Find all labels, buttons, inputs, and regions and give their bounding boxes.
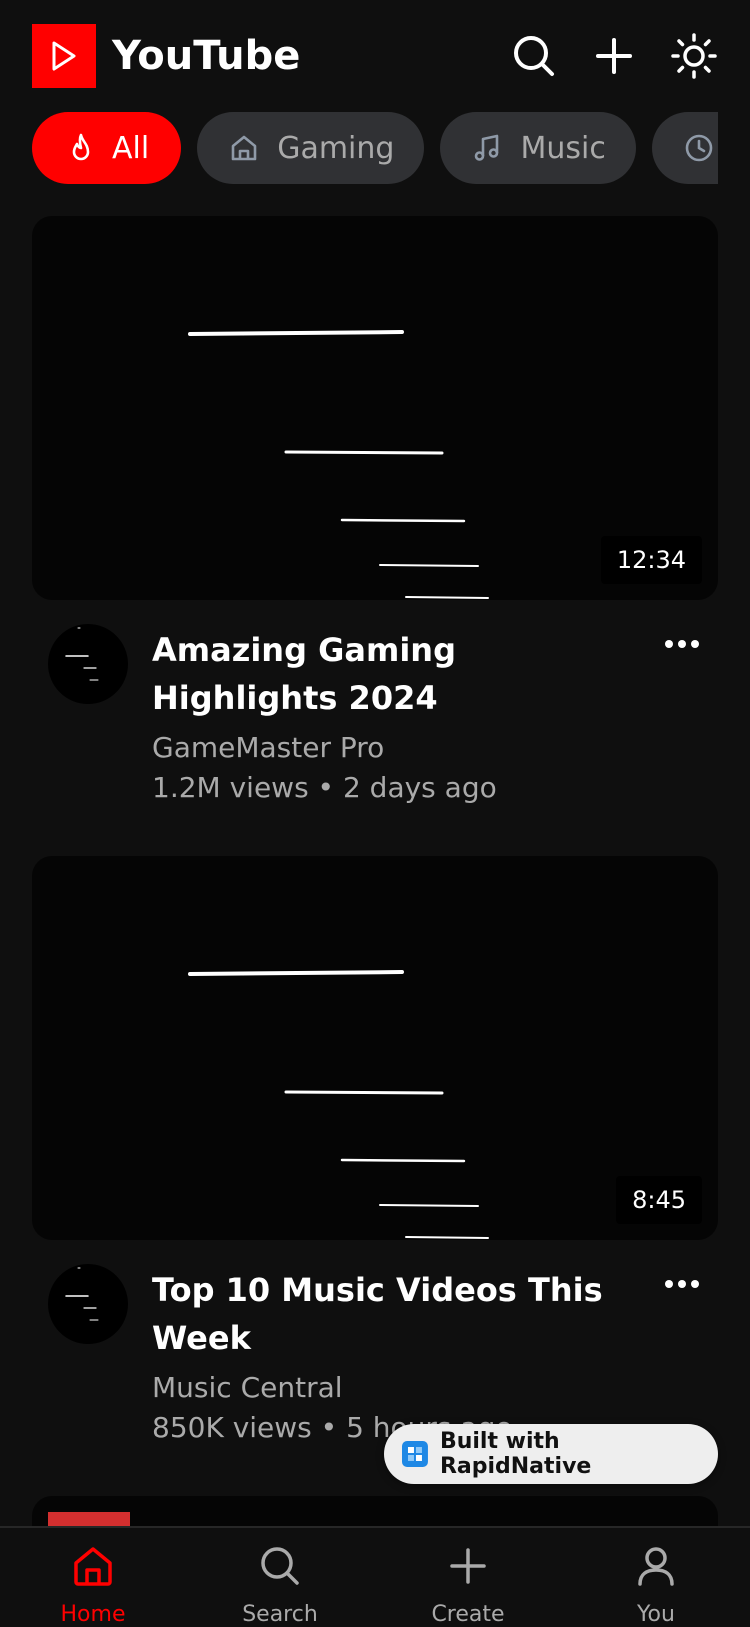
app-name: YouTube	[112, 33, 301, 79]
more-options-button[interactable]	[660, 1262, 704, 1306]
theme-toggle-button[interactable]	[666, 28, 722, 84]
chip-live[interactable]: L	[651, 112, 718, 184]
nav-home[interactable]: Home	[33, 1528, 153, 1627]
video-duration: 12:34	[600, 536, 702, 584]
video-duration: 8:45	[616, 1176, 702, 1224]
music-note-icon	[475, 134, 499, 161]
more-horizontal-icon	[665, 640, 699, 648]
channel-name[interactable]: GameMaster Pro	[152, 728, 384, 768]
video-title[interactable]: Top 10 Music Videos This Week	[152, 1266, 622, 1362]
clock-icon	[685, 134, 713, 162]
person-icon	[638, 1547, 674, 1586]
nav-you[interactable]: You	[596, 1528, 716, 1627]
avatar-graphic	[65, 1267, 99, 1321]
video-meta: 1.2M views • 2 days ago	[152, 771, 497, 804]
chip-gaming[interactable]: Gaming	[197, 112, 425, 184]
badge-label: Built with RapidNative	[439, 1429, 592, 1479]
home-icon	[231, 135, 257, 161]
plus-icon	[450, 1548, 486, 1584]
category-chips: All Gaming Music L	[32, 112, 718, 184]
bottom-navigation: Home Search Create You	[0, 1526, 750, 1627]
channel-name[interactable]: Music Central	[152, 1368, 343, 1408]
home-icon	[74, 1547, 112, 1586]
chip-label: Music	[520, 130, 606, 166]
channel-avatar[interactable]	[48, 624, 128, 704]
nav-search[interactable]: Search	[220, 1528, 340, 1627]
top-app-bar: YouTube	[0, 0, 750, 112]
channel-avatar[interactable]	[48, 1264, 128, 1344]
sun-icon	[671, 33, 717, 79]
play-icon	[52, 41, 76, 71]
video-thumbnail[interactable]: 8:45	[32, 856, 718, 1240]
plus-icon	[596, 38, 632, 74]
video-thumbnail[interactable]: 12:34	[32, 216, 718, 600]
avatar-graphic	[65, 627, 99, 681]
more-horizontal-icon	[665, 1280, 699, 1288]
rapidnative-logo-icon	[402, 1441, 428, 1467]
more-options-button[interactable]	[660, 622, 704, 666]
chip-music[interactable]: Music	[440, 112, 636, 184]
video-title[interactable]: Amazing Gaming Highlights 2024	[152, 626, 622, 722]
nav-label: Search	[242, 1602, 318, 1627]
youtube-logo[interactable]	[32, 24, 96, 88]
chip-label: All	[112, 130, 150, 166]
chip-all[interactable]: All	[32, 112, 182, 184]
nav-create[interactable]: Create	[408, 1528, 528, 1627]
chip-label: Gaming	[277, 130, 395, 166]
built-with-badge[interactable]: Built with RapidNative	[384, 1424, 718, 1484]
flame-icon	[72, 133, 90, 161]
thumbnail-graphic	[188, 970, 489, 1239]
create-button[interactable]	[586, 28, 642, 84]
thumbnail-graphic	[48, 1512, 130, 1526]
search-icon	[261, 1547, 299, 1585]
search-button[interactable]	[506, 28, 562, 84]
nav-label: Home	[60, 1602, 126, 1627]
nav-label: Create	[431, 1602, 505, 1627]
nav-label: You	[637, 1602, 675, 1627]
search-icon	[514, 36, 554, 76]
